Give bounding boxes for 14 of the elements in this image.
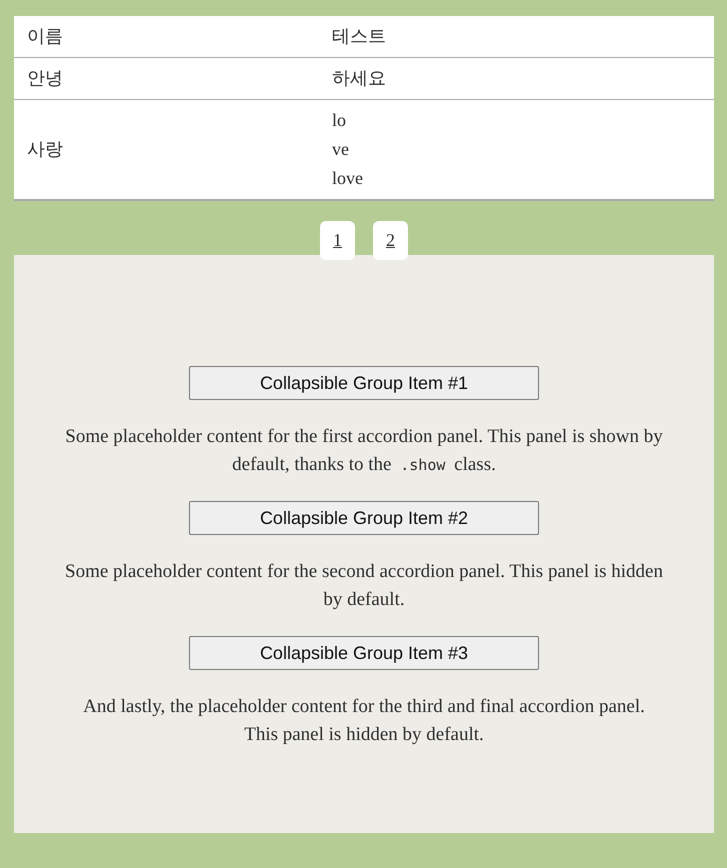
table-cell-text: lo ve love	[331, 109, 364, 190]
accordion-toggle-button[interactable]: Collapsible Group Item #3	[189, 636, 539, 670]
table-cell-text: 사랑	[26, 138, 64, 161]
accordion-body-text: Some placeholder content for the first accordion panel. This panel is shown by default, thanks to the .show class.	[64, 425, 664, 477]
table-cell-text: 안녕	[26, 67, 64, 90]
table-cell-text: 하세요	[331, 67, 387, 90]
accordion-body-text: And lastly, the placeholder content for the third and final accordion panel. This panel is hidden by default.	[82, 695, 646, 747]
accordion-toggle-button[interactable]: Collapsible Group Item #2	[189, 501, 539, 535]
page-link[interactable]: 1	[320, 221, 355, 260]
table-cell-text: 이름	[26, 25, 64, 48]
accordion-body-text: Some placeholder content for the second accordion panel. This panel is hidden by default.	[64, 560, 664, 612]
accordion-toggle-button[interactable]: Collapsible Group Item #1	[189, 366, 539, 400]
table-cell-text: 테스트	[331, 25, 387, 48]
page-link[interactable]: 2	[373, 221, 408, 260]
